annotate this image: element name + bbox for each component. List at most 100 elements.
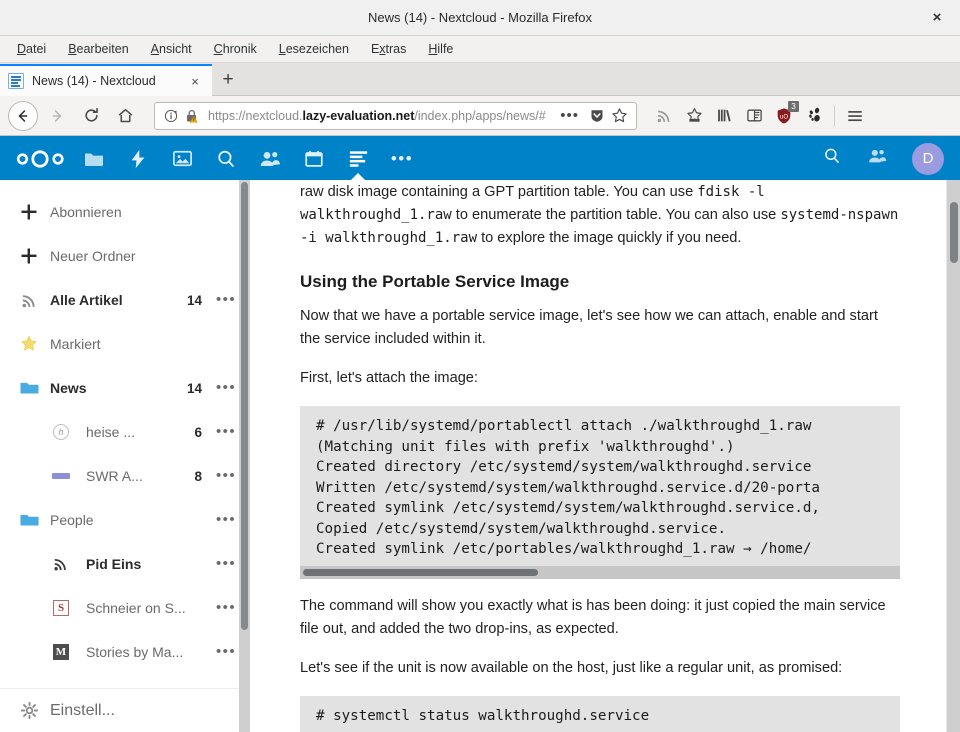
more-apps-button[interactable]: ••• [380,136,424,181]
article-paragraph-3: The command will show you exactly what i… [300,597,886,637]
page-actions-button[interactable]: ••• [553,108,586,123]
nextcloud-header-right: D [822,142,950,175]
unread-count: 6 [194,424,202,440]
code-block-horizontal-scrollbar[interactable] [300,565,900,579]
sidebar-scrollbar-thumb[interactable] [241,182,248,630]
sidebar-item-starred[interactable]: Markiert [0,322,250,366]
sidebar-item-feed-medium[interactable]: M Stories by Ma... ••• [0,630,250,674]
header-contacts-icon[interactable] [866,145,888,172]
bookmark-star-icon[interactable] [608,105,630,127]
text-fragment: to enumerate the partition table. You ca… [451,207,781,224]
sidebar-label: SWR A... [86,468,143,484]
menu-chronik[interactable]: Chronik [203,39,268,59]
user-avatar[interactable]: D [912,142,944,175]
nextcloud-news-favicon [8,73,24,89]
app-body: Abonnieren Neuer Ordner Alle Artikel 14 … [0,180,960,732]
feed-icon[interactable] [649,101,679,131]
menu-bearbeiten[interactable]: Bearbeiten [57,39,139,59]
sidebar-item-menu-button[interactable]: ••• [216,556,236,571]
sidebar-item-menu-button[interactable]: ••• [216,468,236,483]
contacts-app-icon[interactable] [248,136,292,181]
sidebar-settings-button[interactable]: Einstell... [0,688,250,732]
code-block-text: # /usr/lib/systemd/portablectl attach ./… [316,418,820,558]
calendar-app-icon[interactable] [292,136,336,181]
sidebar-item-menu-button[interactable]: ••• [216,600,236,615]
ublock-badge-count: 3 [788,100,799,112]
content-scrollbar-thumb[interactable] [950,202,958,263]
forward-arrow-icon [52,109,62,122]
sidebar-item-feed-swr[interactable]: SWR A... 8 ••• [0,454,250,498]
code-block-attach: # /usr/lib/systemd/portablectl attach ./… [300,406,900,579]
url-bar[interactable]: https://nextcloud.lazy-evaluation.net/in… [154,101,637,130]
app-menu-button[interactable] [840,101,870,131]
schneier-favicon: S [46,600,76,616]
sidebar-item-feed-pid-eins[interactable]: Pid Eins ••• [0,542,250,586]
text-fragment: to explore the image quickly if you need… [477,230,742,247]
sidebar-item-subscribe[interactable]: Abonnieren [0,190,250,234]
activity-app-icon[interactable] [116,136,160,181]
sidebar-label: heise ... [86,424,136,440]
sidebar-item-menu-button[interactable]: ••• [216,380,236,395]
ublock-origin-icon[interactable]: uO 3 [769,100,799,131]
menubar: Datei Bearbeiten Ansicht Chronik Lesezei… [0,36,960,63]
pocket-save-icon[interactable] [679,101,709,131]
rss-icon [14,292,44,309]
article-body: Because we opted to build a GPT raw disk… [250,180,960,732]
tab-close-icon[interactable]: × [186,72,204,90]
sidebar-item-new-folder[interactable]: Neuer Ordner [0,234,250,278]
swr-favicon [46,473,76,479]
sidebar-item-menu-button[interactable]: ••• [216,424,236,439]
article-heading: Using the Portable Service Image [300,272,570,292]
sidebar-item-all-articles[interactable]: Alle Artikel 14 ••• [0,278,250,322]
photos-app-icon[interactable] [160,136,204,181]
forward-button[interactable] [42,101,72,131]
reload-button[interactable] [76,101,106,131]
heise-favicon: h [46,424,76,440]
gnome-icon[interactable] [799,101,829,131]
content-scrollbar[interactable] [947,180,960,732]
sidebar-item-folder-people[interactable]: People ••• [0,498,250,542]
nextcloud-header: ••• D [0,136,960,181]
new-tab-button[interactable]: + [212,64,244,96]
menu-hilfe[interactable]: Hilfe [417,39,464,59]
menu-ansicht[interactable]: Ansicht [140,39,203,59]
news-app-icon[interactable] [336,136,380,181]
header-search-icon[interactable] [822,146,842,171]
sidebar-scrollbar[interactable] [239,180,250,732]
window-close-button[interactable]: × [914,0,960,35]
article-content-area: Because we opted to build a GPT raw disk… [250,180,960,732]
nextcloud-logo[interactable] [10,146,72,172]
tab-news-nextcloud[interactable]: News (14) - Nextcloud × [0,64,212,96]
svg-text:uO: uO [780,114,788,120]
sidebar-label: Alle Artikel [50,292,123,308]
url-text[interactable]: https://nextcloud.lazy-evaluation.net/in… [203,109,553,123]
unread-count: 8 [194,468,202,484]
menu-extras[interactable]: Extras [360,39,417,59]
sidebar-item-folder-news[interactable]: News 14 ••• [0,366,250,410]
toolbar-extensions: uO 3 [649,100,870,131]
library-icon[interactable] [709,101,739,131]
menu-lesezeichen[interactable]: Lesezeichen [268,39,360,59]
page-info-icon[interactable] [161,106,181,126]
unread-count: 14 [186,380,202,396]
sidebar-item-menu-button[interactable]: ••• [216,512,236,527]
search-app-icon[interactable] [204,136,248,181]
sidebar-item-feed-schneier[interactable]: S Schneier on S... ••• [0,586,250,630]
home-icon [118,108,132,123]
pocket-shield-icon[interactable] [586,105,608,127]
window-title: News (14) - Nextcloud - Mozilla Firefox [368,10,592,25]
insecure-lock-icon[interactable] [182,106,202,126]
sidebar-label: Markiert [50,336,101,352]
menu-datei[interactable]: Datei [6,39,57,59]
reload-icon [84,107,98,122]
sidebar-item-menu-button[interactable]: ••• [216,644,236,659]
sidebar-item-menu-button[interactable]: ••• [216,292,236,307]
home-button[interactable] [110,101,140,131]
code-block-scrollbar-thumb[interactable] [303,568,538,576]
reader-view-icon[interactable] [739,101,769,131]
back-button[interactable] [8,100,38,131]
sidebar-item-feed-heise[interactable]: h heise ... 6 ••• [0,410,250,454]
text-fragment: this file is actually a raw disk image c… [300,184,694,201]
folder-icon [14,380,44,396]
files-app-icon[interactable] [72,136,116,181]
